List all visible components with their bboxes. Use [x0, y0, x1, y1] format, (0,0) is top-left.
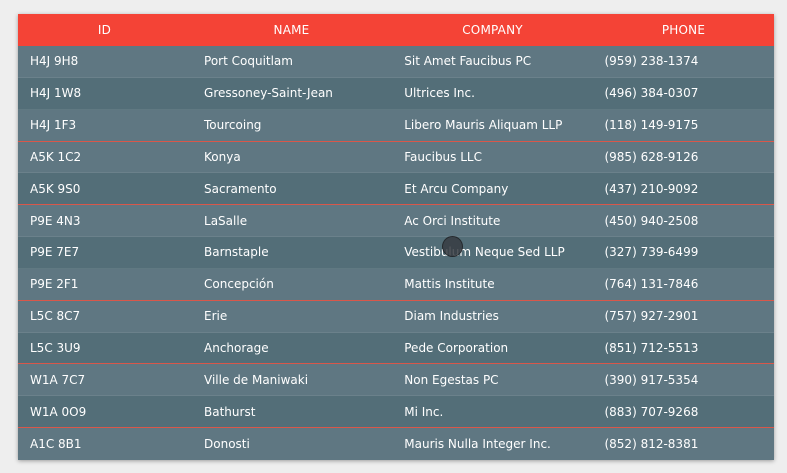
- cell-company: Vestibulum Neque Sed LLP: [404, 245, 565, 260]
- column-header-phone[interactable]: PHONE: [593, 23, 774, 37]
- table-row[interactable]: H4J 1W8 Gressoney-Saint-Jean Ultrices In…: [18, 77, 774, 110]
- table-body: H4J 9H8 Port Coquitlam Sit Amet Faucibus…: [18, 46, 774, 460]
- cell-id: A1C 8B1: [30, 437, 82, 452]
- cell-company: Non Egestas PC: [404, 372, 499, 387]
- cell-name: Donosti: [204, 437, 250, 452]
- cell-id: W1A 7C7: [30, 372, 86, 387]
- table-row[interactable]: H4J 1F3 Tourcoing Libero Mauris Aliquam …: [18, 109, 774, 142]
- cell-id: A5K 1C2: [30, 149, 82, 164]
- cell-id: P9E 2F1: [30, 277, 79, 292]
- cell-name: Concepción: [204, 277, 274, 292]
- cell-company: Et Arcu Company: [404, 181, 509, 196]
- table-header: ID NAME COMPANY PHONE: [18, 14, 774, 46]
- cell-name: Bathurst: [204, 404, 256, 419]
- cell-id: W1A 0O9: [30, 404, 87, 419]
- cell-company: Ac Orci Institute: [404, 213, 501, 228]
- cell-company: Ultrices Inc.: [404, 86, 475, 101]
- table-row[interactable]: A5K 1C2 Konya Faucibus LLC (985) 628-912…: [18, 141, 774, 174]
- cell-phone: (450) 940-2508: [604, 213, 699, 228]
- cell-company: Pede Corporation: [404, 341, 509, 356]
- table-row[interactable]: L5C 3U9 Anchorage Pede Corporation (851)…: [18, 332, 774, 365]
- cell-name: Gressoney-Saint-Jean: [204, 86, 333, 101]
- table-row[interactable]: P9E 2F1 Concepción Mattis Institute (764…: [18, 268, 774, 301]
- cell-company: Faucibus LLC: [404, 149, 482, 164]
- cell-phone: (959) 238-1374: [604, 54, 699, 69]
- cell-phone: (883) 707-9268: [604, 404, 699, 419]
- cell-id: L5C 3U9: [30, 341, 81, 356]
- table-row[interactable]: W1A 0O9 Bathurst Mi Inc. (883) 707-9268: [18, 396, 774, 429]
- cell-name: LaSalle: [204, 213, 248, 228]
- cell-phone: (327) 739-6499: [604, 245, 699, 260]
- cell-id: H4J 1F3: [30, 118, 77, 133]
- cell-name: Konya: [204, 149, 241, 164]
- column-header-id[interactable]: ID: [18, 23, 191, 37]
- cell-company: Mi Inc.: [404, 404, 444, 419]
- cell-company: Diam Industries: [404, 309, 499, 324]
- cell-phone: (851) 712-5513: [604, 341, 699, 356]
- cell-phone: (496) 384-0307: [604, 86, 699, 101]
- cell-phone: (985) 628-9126: [604, 149, 699, 164]
- cell-id: A5K 9S0: [30, 181, 81, 196]
- cell-name: Sacramento: [204, 181, 277, 196]
- table-row[interactable]: W1A 7C7 Ville de Maniwaki Non Egestas PC…: [18, 364, 774, 397]
- cell-id: L5C 8C7: [30, 309, 81, 324]
- cell-name: Erie: [204, 309, 228, 324]
- table-row[interactable]: L5C 8C7 Erie Diam Industries (757) 927-2…: [18, 300, 774, 333]
- cell-id: H4J 1W8: [30, 86, 82, 101]
- cell-name: Port Coquitlam: [204, 54, 293, 69]
- cell-name: Anchorage: [204, 341, 269, 356]
- cell-phone: (764) 131-7846: [604, 277, 699, 292]
- column-header-name[interactable]: NAME: [191, 23, 392, 37]
- cell-name: Barnstaple: [204, 245, 269, 260]
- table-row[interactable]: A1C 8B1 Donosti Mauris Nulla Integer Inc…: [18, 428, 774, 460]
- cell-company: Mattis Institute: [404, 277, 495, 292]
- cell-name: Tourcoing: [204, 118, 262, 133]
- table-row[interactable]: P9E 7E7 Barnstaple Vestibulum Neque Sed …: [18, 237, 774, 269]
- cell-phone: (437) 210-9092: [604, 181, 699, 196]
- cell-id: H4J 9H8: [30, 54, 79, 69]
- column-header-company[interactable]: COMPANY: [392, 23, 593, 37]
- cell-phone: (390) 917-5354: [604, 372, 699, 387]
- data-table: ID NAME COMPANY PHONE H4J 9H8 Port Coqui…: [18, 14, 774, 460]
- cell-id: P9E 7E7: [30, 245, 80, 260]
- cell-company: Libero Mauris Aliquam LLP: [404, 118, 563, 133]
- cell-phone: (118) 149-9175: [604, 118, 699, 133]
- cell-name: Ville de Maniwaki: [204, 372, 309, 387]
- cell-company: Sit Amet Faucibus PC: [404, 54, 532, 69]
- table-row[interactable]: P9E 4N3 LaSalle Ac Orci Institute (450) …: [18, 205, 774, 238]
- cell-id: P9E 4N3: [30, 213, 81, 228]
- cell-phone: (852) 812-8381: [604, 437, 699, 452]
- cell-phone: (757) 927-2901: [604, 309, 699, 324]
- table-row[interactable]: H4J 9H8 Port Coquitlam Sit Amet Faucibus…: [18, 46, 774, 78]
- cell-company: Mauris Nulla Integer Inc.: [404, 437, 551, 452]
- table-row[interactable]: A5K 9S0 Sacramento Et Arcu Company (437)…: [18, 173, 774, 206]
